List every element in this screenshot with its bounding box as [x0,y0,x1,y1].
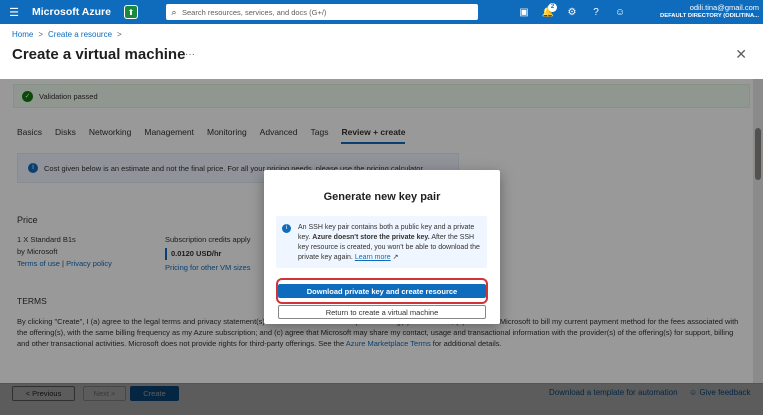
cloud-shell-icon[interactable]: ▣ [512,7,536,18]
dialog-info-bold: Azure doesn't store the private key. [312,234,430,241]
top-bar: ☰ Microsoft Azure ⬆ ⌕ Search resources, … [0,0,763,24]
learn-more-link[interactable]: Learn more [355,254,391,261]
dialog-title: Generate new key pair [323,191,441,203]
page-title: Create a virtual machine [12,46,186,63]
generate-key-pair-dialog: Generate new key pair i An SSH key pair … [264,170,500,324]
account-info[interactable]: odili.tina@gmail.com DEFAULT DIRECTORY (… [660,3,759,21]
breadcrumb: Home > Create a resource > [12,30,122,39]
help-icon[interactable]: ? [584,7,608,18]
download-private-key-button[interactable]: Download private key and create resource [278,284,486,298]
search-icon: ⌕ [171,6,177,17]
feedback-icon[interactable]: ☺ [608,7,632,18]
dialog-info-box: i An SSH key pair contains both a public… [276,216,487,268]
external-link-icon: ↗ [392,254,399,261]
chevron-right-icon: > [117,30,122,39]
settings-icon[interactable]: ⚙ [560,7,584,18]
breadcrumb-create-resource[interactable]: Create a resource [48,30,112,39]
close-icon[interactable]: ✕ [735,46,747,63]
info-icon: i [282,224,291,233]
return-to-create-button[interactable]: Return to create a virtual machine [278,305,486,319]
footer-overlay [0,383,763,415]
search-input[interactable]: ⌕ Search resources, services, and docs (… [166,4,478,20]
breadcrumb-home[interactable]: Home [12,30,33,39]
copilot-icon[interactable]: ⬆ [124,5,138,19]
notifications-icon[interactable]: 🔔 2 [536,2,560,18]
search-placeholder: Search resources, services, and docs (G+… [182,7,327,17]
account-email: odili.tina@gmail.com [689,3,759,12]
more-options-icon[interactable]: ··· [185,49,195,60]
menu-icon[interactable]: ☰ [0,0,28,24]
top-icons: ▣ 🔔 2 ⚙ ? ☺ [512,0,632,24]
brand-title[interactable]: Microsoft Azure [32,6,114,18]
chevron-right-icon: > [38,30,44,39]
account-directory: DEFAULT DIRECTORY (ODILITINA... [660,13,759,19]
notification-badge: 2 [548,2,557,12]
